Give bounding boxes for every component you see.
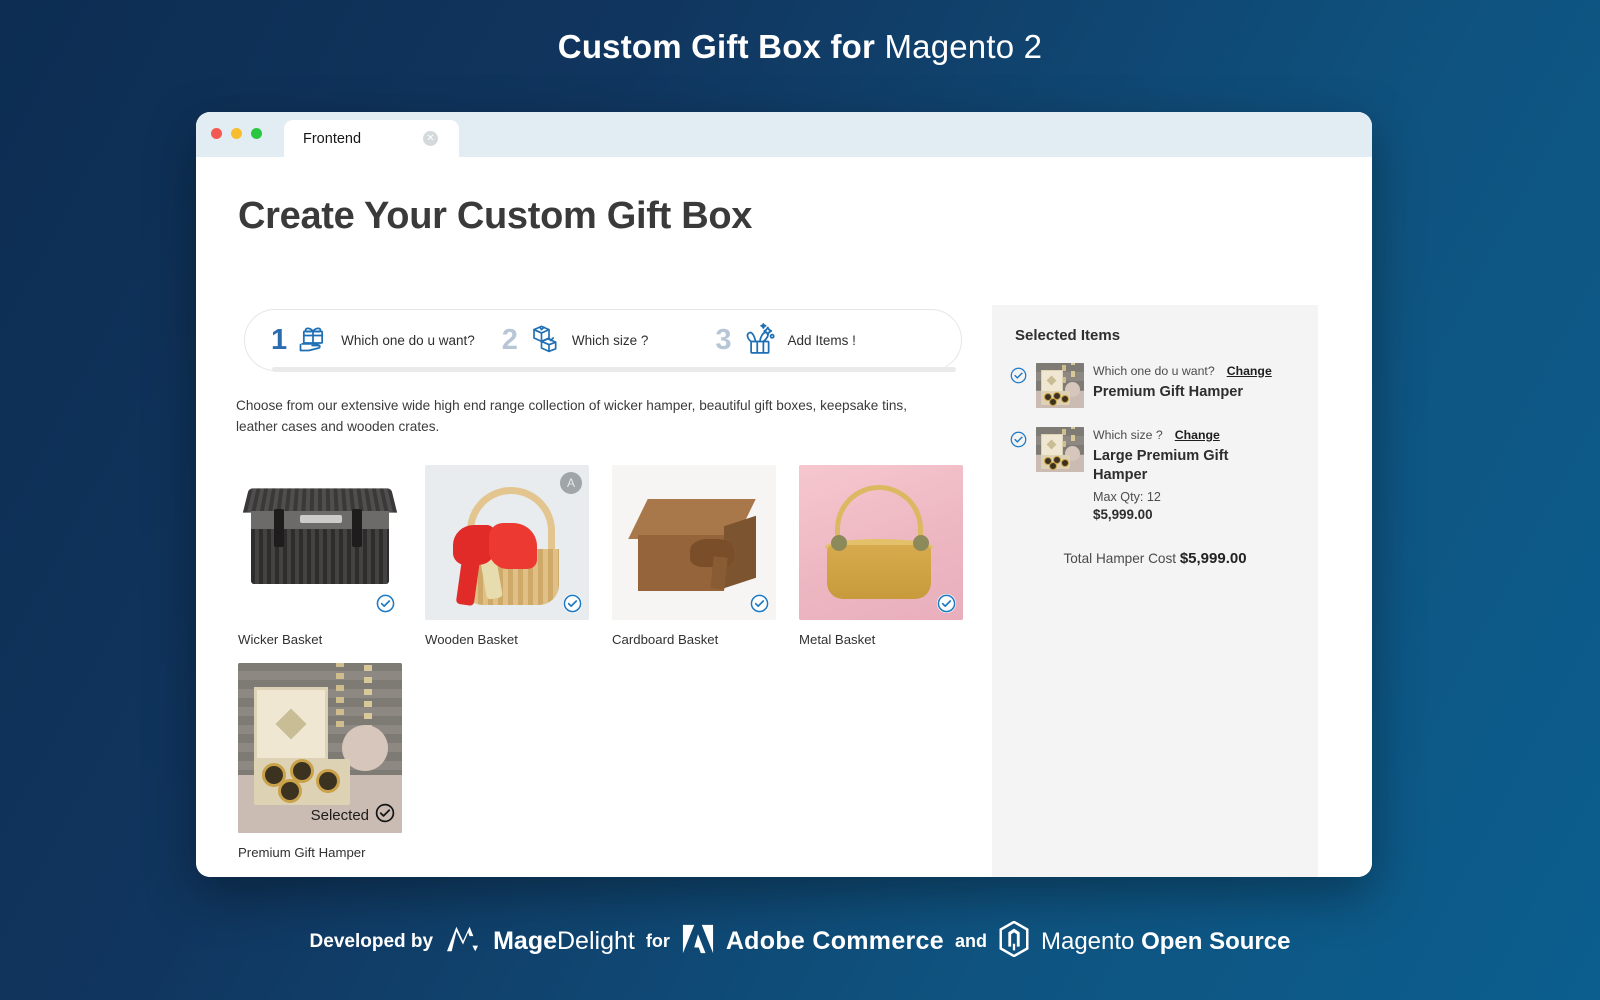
total-value: $5,999.00 [1179, 550, 1247, 567]
for-label: for [645, 931, 670, 951]
product-thumbnail[interactable] [799, 465, 963, 620]
product-thumbnail[interactable] [238, 465, 402, 620]
sidebar-title: Selected Items [1015, 327, 1121, 344]
stacked-gift-boxes-icon [524, 318, 564, 363]
adobe-logo-icon [681, 923, 715, 960]
selected-items-panel: Selected Items Which one do u want? Chan… [992, 305, 1318, 877]
selected-item-row: Which one do u want? Change Premium Gift… [1010, 363, 1272, 408]
step-2[interactable]: 2 Which size ? [501, 318, 649, 363]
gift-on-hand-icon [293, 318, 333, 363]
magedelight-logo-icon [444, 923, 482, 960]
banner-title: Custom Gift Box for Magento 2 [0, 28, 1600, 66]
selected-item-question: Which one do u want? [1093, 364, 1215, 378]
change-link[interactable]: Change [1227, 364, 1272, 378]
gift-with-sparkles-icon [738, 317, 780, 364]
magento-wordmark: Magento Open Source [1041, 928, 1290, 956]
check-circle-filled-icon [375, 803, 395, 827]
total-label: Total Hamper Cost [1063, 551, 1177, 566]
browser-tab-frontend[interactable]: Frontend ✕ [284, 120, 459, 157]
magento-logo-icon [998, 920, 1030, 962]
product-name: Cardboard Basket [612, 632, 719, 647]
and-label: and [954, 931, 987, 951]
page-title: Create Your Custom Gift Box [238, 195, 753, 237]
step-1-number: 1 [271, 323, 288, 356]
close-icon[interactable]: ✕ [423, 131, 438, 146]
check-circle-icon[interactable] [376, 594, 395, 613]
footer-credits: Developed by MageDelight for Adobe Comme… [0, 920, 1600, 962]
product-name: Wooden Basket [425, 632, 518, 647]
product-name: Premium Gift Hamper [238, 845, 366, 860]
step-3-label: Add Items ! [787, 332, 856, 348]
selected-item-question: Which size ? [1093, 428, 1163, 442]
adobe-commerce-label: Adobe Commerce [725, 927, 944, 955]
selected-item-thumbnail [1036, 363, 1084, 408]
product-name: Wicker Basket [238, 632, 323, 647]
browser-tab-label: Frontend [303, 130, 362, 147]
magento-label: Magento [1040, 927, 1135, 955]
product-card-cardboard-basket[interactable]: Cardboard Basket [612, 465, 799, 647]
watermark-icon: A [560, 472, 582, 494]
product-card-metal-basket[interactable]: Metal Basket [799, 465, 986, 647]
step-2-label: Which size ? [571, 332, 649, 348]
banner-title-bold: Custom Gift Box for [557, 28, 876, 65]
banner-title-regular: Magento 2 [884, 28, 1043, 65]
steps-progress-bar [272, 367, 956, 372]
steps-bar: 1 Which one do u want? 2 Which size ? 3 … [244, 309, 962, 371]
developed-by-label: Developed by [309, 930, 434, 952]
magedelight-wordmark: MageDelight [493, 927, 635, 956]
product-thumbnail[interactable]: A [425, 465, 589, 620]
change-link[interactable]: Change [1175, 428, 1220, 442]
check-circle-icon[interactable] [937, 594, 956, 613]
maximize-window-dot[interactable] [251, 128, 262, 139]
total-hamper-cost: Total Hamper Cost $5,999.00 [992, 550, 1318, 567]
browser-window: Frontend ✕ Create Your Custom Gift Box 1 [196, 112, 1372, 877]
traffic-lights [211, 128, 262, 139]
magedelight-delight: Delight [557, 927, 635, 955]
step-1-label: Which one do u want? [341, 332, 475, 348]
browser-chrome: Frontend ✕ [196, 112, 1372, 157]
product-name: Metal Basket [799, 632, 876, 647]
step-1[interactable]: 1 Which one do u want? [271, 318, 475, 363]
step-3[interactable]: 3 Add Items ! [715, 317, 856, 364]
selected-item-thumbnail [1036, 427, 1084, 472]
selected-overlay[interactable]: Selected [311, 803, 395, 827]
selected-label: Selected [310, 806, 369, 824]
check-circle-icon [1010, 367, 1027, 408]
open-source-label: Open Source [1141, 927, 1291, 955]
selected-item-name: Premium Gift Hamper [1093, 384, 1244, 400]
selected-item-row: Which size ? Change Large Premium Gift H… [1010, 427, 1253, 522]
close-window-dot[interactable] [211, 128, 222, 139]
selected-item-max-qty: Max Qty: 12 [1093, 489, 1161, 504]
product-card-wicker-basket[interactable]: Wicker Basket [238, 465, 425, 647]
product-thumbnail[interactable]: Selected [238, 663, 402, 833]
step-3-number: 3 [715, 323, 732, 356]
page-description: Choose from our extensive wide high end … [236, 398, 907, 435]
step-2-number: 2 [501, 323, 518, 356]
check-circle-icon [1010, 431, 1027, 522]
product-thumbnail[interactable] [612, 465, 776, 620]
selected-item-price: $5,999.00 [1093, 506, 1153, 522]
product-grid: Wicker Basket A Wooden Basket Cardboard … [238, 465, 998, 876]
check-circle-icon[interactable] [750, 594, 769, 613]
product-card-premium-gift-hamper[interactable]: Selected Premium Gift Hamper [238, 663, 425, 860]
check-circle-icon[interactable] [563, 594, 582, 613]
magedelight-mage: Mage [493, 927, 557, 955]
page-content: Create Your Custom Gift Box 1 Which one … [196, 157, 1372, 877]
product-card-wooden-basket[interactable]: A Wooden Basket [425, 465, 612, 647]
minimize-window-dot[interactable] [231, 128, 242, 139]
selected-item-name: Large Premium Gift Hamper [1093, 448, 1229, 484]
